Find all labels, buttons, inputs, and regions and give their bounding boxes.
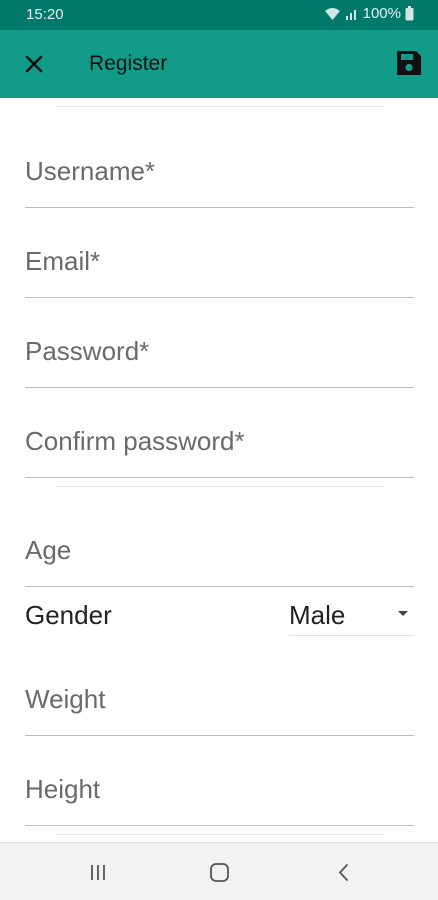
section-divider	[55, 106, 385, 107]
confirm-password-input[interactable]	[25, 426, 414, 457]
weight-field	[25, 646, 414, 736]
save-icon	[397, 51, 421, 75]
close-icon	[25, 55, 43, 73]
home-button[interactable]	[207, 860, 233, 886]
password-input[interactable]	[25, 336, 414, 367]
gender-select[interactable]: Male	[289, 592, 414, 636]
confirm-password-field	[25, 388, 414, 478]
height-field	[25, 736, 414, 826]
section-divider	[55, 834, 385, 835]
system-nav-bar	[0, 842, 438, 900]
page-title: Register	[89, 52, 168, 75]
dropdown-arrow-icon	[398, 611, 408, 616]
status-icons: 100%	[324, 5, 414, 22]
status-bar: 15:20 100%	[0, 0, 438, 30]
username-field	[25, 118, 414, 208]
email-field	[25, 208, 414, 298]
section-divider	[55, 486, 385, 487]
battery-icon	[405, 6, 414, 21]
email-input[interactable]	[25, 246, 414, 277]
battery-percent: 100%	[362, 5, 401, 22]
recent-apps-icon	[91, 865, 105, 880]
height-input[interactable]	[25, 774, 414, 805]
password-field	[25, 298, 414, 388]
signal-icon	[345, 9, 356, 20]
username-input[interactable]	[25, 156, 414, 187]
save-button[interactable]	[394, 48, 424, 78]
recent-apps-button[interactable]	[86, 860, 112, 886]
close-button[interactable]	[20, 50, 48, 78]
back-icon	[338, 864, 348, 881]
age-field	[25, 497, 414, 587]
weight-input[interactable]	[25, 684, 414, 715]
status-time: 15:20	[26, 6, 64, 23]
age-input[interactable]	[25, 535, 414, 566]
app-bar: Register	[0, 30, 438, 98]
gender-label: Gender	[25, 600, 112, 630]
gender-row: Gender Male	[25, 592, 414, 638]
back-button[interactable]	[332, 860, 358, 886]
home-icon	[210, 863, 229, 882]
wifi-icon	[324, 7, 340, 20]
gender-value: Male	[289, 600, 346, 630]
